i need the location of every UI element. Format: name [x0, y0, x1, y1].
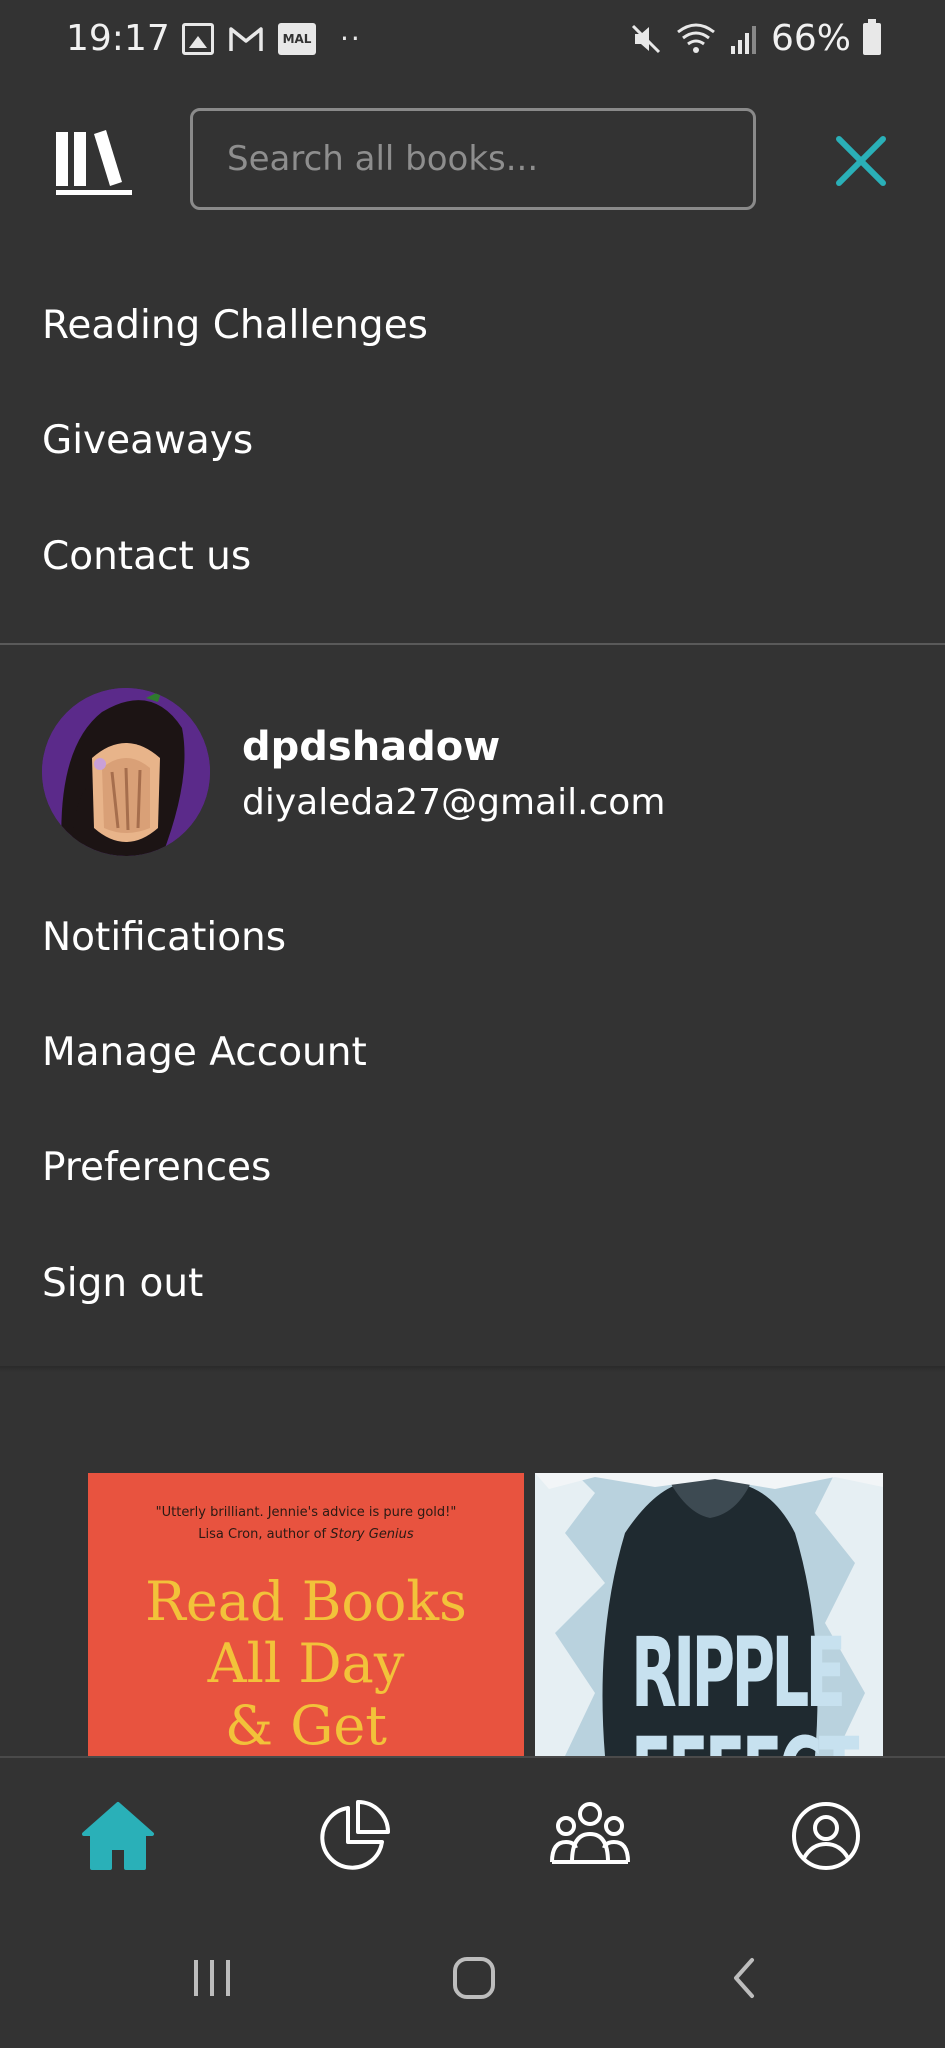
community-icon[interactable] [550, 1796, 630, 1876]
book-title: Read Books All Day & Get [145, 1570, 467, 1757]
stats-icon[interactable] [314, 1796, 394, 1876]
home-button-icon[interactable] [452, 1956, 496, 2000]
library-logo-icon[interactable] [54, 126, 134, 198]
menu-divider [0, 643, 945, 645]
menu-item-reading-challenges[interactable]: Reading Challenges [42, 306, 428, 345]
gmail-icon [229, 26, 263, 51]
search-input[interactable] [190, 108, 756, 210]
close-icon[interactable] [834, 134, 888, 188]
menu-item-preferences[interactable]: Preferences [42, 1148, 271, 1187]
avatar[interactable] [42, 688, 210, 856]
profile-email: diyaleda27@gmail.com [242, 782, 666, 823]
more-notifications-icon: ·· [340, 22, 362, 55]
notification-icons: MAL ·· [182, 22, 362, 55]
status-time: 19:17 [66, 18, 170, 59]
battery-percent: 66% [770, 18, 851, 59]
mute-icon [631, 24, 661, 53]
gallery-icon [182, 22, 214, 55]
book-quote: "Utterly brilliant. Jennie's advice is p… [155, 1505, 457, 1520]
app-header [0, 100, 945, 220]
menu-item-giveaways[interactable]: Giveaways [42, 421, 253, 460]
menu-panel-edge [0, 1366, 945, 1372]
book-quote-author: Lisa Cron, author of Story Genius [198, 1527, 414, 1542]
signal-icon [730, 25, 756, 54]
back-icon[interactable] [724, 1956, 768, 2000]
menu-item-manage-account[interactable]: Manage Account [42, 1033, 367, 1072]
menu-item-contact-us[interactable]: Contact us [42, 537, 251, 576]
mal-icon: MAL [278, 22, 316, 55]
book-title: RIPPLE EFFECT [631, 1617, 859, 1756]
wifi-icon [677, 23, 715, 53]
book-cover[interactable]: RIPPLE EFFECT [535, 1473, 883, 1756]
status-bar: 19:17 MAL ·· 66% [0, 0, 945, 82]
battery-icon [863, 18, 881, 55]
system-nav-bar [0, 1916, 945, 2048]
book-quote-author-book: Story Genius [330, 1527, 414, 1542]
menu-item-sign-out[interactable]: Sign out [42, 1264, 203, 1303]
profile-icon[interactable] [786, 1796, 866, 1876]
profile-username: dpdshadow [242, 724, 501, 770]
system-status: 66% [629, 18, 881, 59]
home-icon[interactable] [78, 1796, 158, 1876]
recent-apps-icon[interactable] [190, 1956, 234, 2000]
book-cover[interactable]: "Utterly brilliant. Jennie's advice is p… [88, 1473, 524, 1756]
menu-item-notifications[interactable]: Notifications [42, 918, 286, 957]
bottom-nav [0, 1756, 945, 1916]
